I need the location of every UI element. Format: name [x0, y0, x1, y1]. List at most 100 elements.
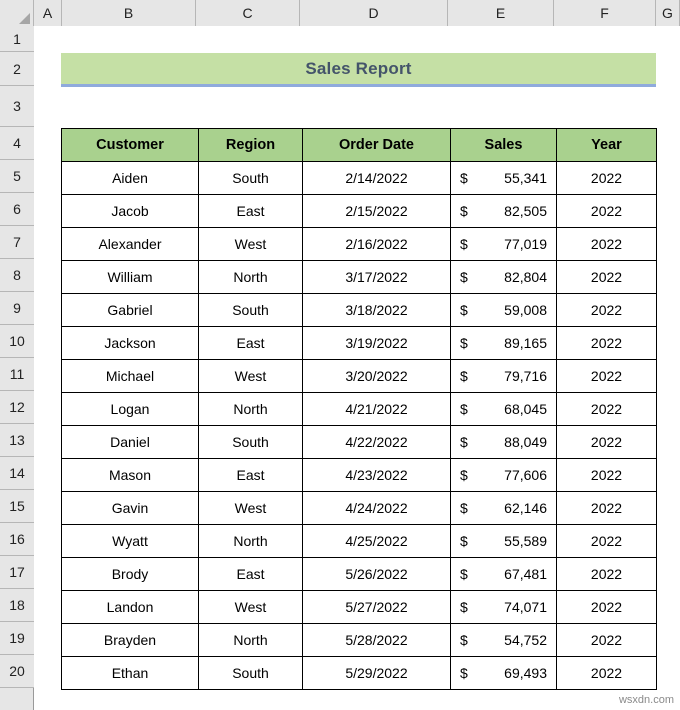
row-header-2[interactable]: 2: [0, 52, 34, 86]
cell-order-date[interactable]: 3/20/2022: [303, 360, 451, 393]
cell-order-date[interactable]: 4/22/2022: [303, 426, 451, 459]
column-header-year[interactable]: Year: [557, 129, 657, 162]
cell-order-date[interactable]: 4/25/2022: [303, 525, 451, 558]
cell-sales[interactable]: $59,008: [451, 294, 557, 327]
cell-sales[interactable]: $82,804: [451, 261, 557, 294]
cell-customer[interactable]: Ethan: [62, 657, 199, 690]
cell-sales[interactable]: $55,589: [451, 525, 557, 558]
cell-customer[interactable]: Mason: [62, 459, 199, 492]
column-header-c[interactable]: C: [196, 0, 300, 26]
cell-region[interactable]: South: [199, 657, 303, 690]
sales-report-title-cell[interactable]: Sales Report: [61, 53, 656, 87]
cell-customer[interactable]: Logan: [62, 393, 199, 426]
cell-sales[interactable]: $82,505: [451, 195, 557, 228]
cell-order-date[interactable]: 3/19/2022: [303, 327, 451, 360]
row-header-16[interactable]: 16: [0, 523, 34, 556]
cell-region[interactable]: North: [199, 525, 303, 558]
column-header-order-date[interactable]: Order Date: [303, 129, 451, 162]
cell-order-date[interactable]: 5/28/2022: [303, 624, 451, 657]
column-header-a[interactable]: A: [34, 0, 62, 26]
cell-customer[interactable]: Alexander: [62, 228, 199, 261]
row-header-17[interactable]: 17: [0, 556, 34, 589]
cell-region[interactable]: South: [199, 162, 303, 195]
cell-year[interactable]: 2022: [557, 162, 657, 195]
cell-year[interactable]: 2022: [557, 195, 657, 228]
cell-year[interactable]: 2022: [557, 228, 657, 261]
cell-year[interactable]: 2022: [557, 327, 657, 360]
cell-region[interactable]: West: [199, 360, 303, 393]
cell-order-date[interactable]: 5/26/2022: [303, 558, 451, 591]
cell-sales[interactable]: $69,493: [451, 657, 557, 690]
cell-sales[interactable]: $89,165: [451, 327, 557, 360]
row-header-1[interactable]: 1: [0, 26, 34, 52]
row-header-13[interactable]: 13: [0, 424, 34, 457]
cell-sales[interactable]: $62,146: [451, 492, 557, 525]
row-header-20[interactable]: 20: [0, 655, 34, 688]
cell-region[interactable]: West: [199, 492, 303, 525]
row-header-18[interactable]: 18: [0, 589, 34, 622]
cell-region[interactable]: West: [199, 228, 303, 261]
cell-customer[interactable]: Gavin: [62, 492, 199, 525]
row-header-8[interactable]: 8: [0, 259, 34, 292]
row-header-14[interactable]: 14: [0, 457, 34, 490]
cell-sales[interactable]: $68,045: [451, 393, 557, 426]
cell-customer[interactable]: William: [62, 261, 199, 294]
column-header-region[interactable]: Region: [199, 129, 303, 162]
cell-year[interactable]: 2022: [557, 558, 657, 591]
row-header-9[interactable]: 9: [0, 292, 34, 325]
cell-sales[interactable]: $88,049: [451, 426, 557, 459]
cell-customer[interactable]: Jackson: [62, 327, 199, 360]
column-header-d[interactable]: D: [300, 0, 448, 26]
cell-region[interactable]: North: [199, 393, 303, 426]
column-header-f[interactable]: F: [554, 0, 656, 26]
cell-customer[interactable]: Aiden: [62, 162, 199, 195]
cell-order-date[interactable]: 3/18/2022: [303, 294, 451, 327]
cell-customer[interactable]: Michael: [62, 360, 199, 393]
cell-order-date[interactable]: 4/23/2022: [303, 459, 451, 492]
cell-year[interactable]: 2022: [557, 426, 657, 459]
cell-region[interactable]: East: [199, 327, 303, 360]
cell-year[interactable]: 2022: [557, 591, 657, 624]
cell-customer[interactable]: Gabriel: [62, 294, 199, 327]
cell-year[interactable]: 2022: [557, 459, 657, 492]
row-header-11[interactable]: 11: [0, 358, 34, 391]
cell-customer[interactable]: Wyatt: [62, 525, 199, 558]
row-header-6[interactable]: 6: [0, 193, 34, 226]
cell-order-date[interactable]: 2/15/2022: [303, 195, 451, 228]
cell-region[interactable]: East: [199, 459, 303, 492]
cell-sales[interactable]: $77,606: [451, 459, 557, 492]
cell-customer[interactable]: Brody: [62, 558, 199, 591]
row-header-12[interactable]: 12: [0, 391, 34, 424]
cell-year[interactable]: 2022: [557, 657, 657, 690]
cell-customer[interactable]: Daniel: [62, 426, 199, 459]
cell-region[interactable]: East: [199, 195, 303, 228]
cell-year[interactable]: 2022: [557, 360, 657, 393]
cell-sales[interactable]: $74,071: [451, 591, 557, 624]
cell-sales[interactable]: $67,481: [451, 558, 557, 591]
cell-order-date[interactable]: 4/21/2022: [303, 393, 451, 426]
cell-region[interactable]: South: [199, 426, 303, 459]
cell-order-date[interactable]: 5/27/2022: [303, 591, 451, 624]
row-header-15[interactable]: 15: [0, 490, 34, 523]
cell-year[interactable]: 2022: [557, 294, 657, 327]
cell-sales[interactable]: $77,019: [451, 228, 557, 261]
cell-year[interactable]: 2022: [557, 525, 657, 558]
row-header-5[interactable]: 5: [0, 160, 34, 193]
cell-sales[interactable]: $55,341: [451, 162, 557, 195]
cell-region[interactable]: North: [199, 261, 303, 294]
cell-region[interactable]: West: [199, 591, 303, 624]
column-header-customer[interactable]: Customer: [62, 129, 199, 162]
cell-order-date[interactable]: 5/29/2022: [303, 657, 451, 690]
row-header-19[interactable]: 19: [0, 622, 34, 655]
column-header-g[interactable]: G: [656, 0, 680, 26]
cell-year[interactable]: 2022: [557, 624, 657, 657]
cell-customer[interactable]: Brayden: [62, 624, 199, 657]
cell-sales[interactable]: $54,752: [451, 624, 557, 657]
cell-year[interactable]: 2022: [557, 261, 657, 294]
cell-region[interactable]: East: [199, 558, 303, 591]
row-header-7[interactable]: 7: [0, 226, 34, 259]
column-header-e[interactable]: E: [448, 0, 554, 26]
cell-customer[interactable]: Jacob: [62, 195, 199, 228]
cell-order-date[interactable]: 2/16/2022: [303, 228, 451, 261]
row-header-10[interactable]: 10: [0, 325, 34, 358]
